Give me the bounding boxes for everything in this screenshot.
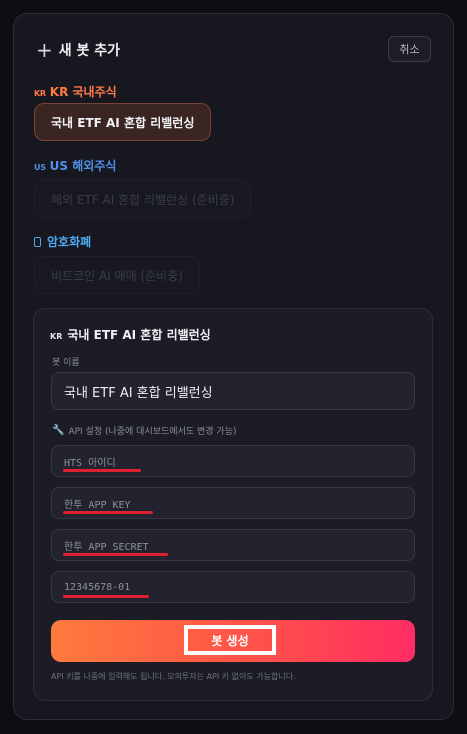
account-number-input[interactable]: 12345678-01 [51, 571, 415, 603]
annotation-underline [63, 595, 149, 598]
help-text: API 키를 나중에 입력해도 됩니다. 모의투자는 API 키 없이도 가능합… [51, 672, 296, 681]
section-label-crypto: 암호화폐 [34, 233, 91, 250]
section-label-crypto-text: 암호화폐 [47, 235, 92, 249]
create-bot-button[interactable]: 봇 생성 [51, 620, 415, 662]
panel-header: + 새 봇 추가 취소 [36, 36, 431, 63]
section-label-us-text: US 해외주식 [49, 159, 117, 173]
api-settings-label-text: API 설정 (나중에 대시보드에서도 변경 가능) [68, 427, 237, 437]
annotation-underline [63, 511, 153, 514]
card-title: KR 국내 ETF AI 혼합 리밸런싱 [50, 326, 211, 343]
kr-flag-icon: KR [50, 332, 63, 341]
section-label-kr: KR KR 국내주식 [34, 83, 117, 100]
app-key-input[interactable]: 한투 APP KEY [51, 487, 415, 519]
section-label-kr-text: KR 국내주식 [49, 85, 117, 99]
section-label-us: US US 해외주식 [34, 157, 116, 174]
bot-option-us-etf: 해외 ETF AI 혼합 리밸런싱 (준비중) [34, 180, 252, 218]
card-title-text: 국내 ETF AI 혼합 리밸런싱 [67, 328, 211, 342]
cancel-button[interactable]: 취소 [388, 36, 431, 62]
create-bot-button-label: 봇 생성 [184, 625, 276, 655]
annotation-underline [63, 553, 168, 556]
crypto-icon [34, 237, 41, 247]
annotation-underline [63, 469, 141, 472]
bot-option-bitcoin: 비트코인 AI 매매 (준비중) [34, 256, 200, 294]
bot-config-card: KR 국내 ETF AI 혼합 리밸런싱 봇 이름 국내 ETF AI 혼합 리… [33, 308, 433, 701]
add-bot-panel: + 새 봇 추가 취소 KR KR 국내주식 국내 ETF AI 혼합 리밸런싱… [13, 13, 454, 720]
plus-icon: + [36, 38, 53, 62]
app-secret-input[interactable]: 한투 APP SECRET [51, 529, 415, 561]
kr-flag-icon: KR [34, 89, 46, 98]
bot-name-input[interactable]: 국내 ETF AI 혼합 리밸런싱 [51, 372, 415, 410]
bot-option-kr-etf[interactable]: 국내 ETF AI 혼합 리밸런싱 [34, 103, 212, 141]
panel-title: 새 봇 추가 [58, 43, 121, 59]
bot-name-label: 봇 이름 [52, 358, 80, 368]
us-flag-icon: US [34, 163, 46, 172]
hts-id-input[interactable]: HTS 아이디 [51, 445, 415, 477]
wrench-icon: 🔧 [52, 425, 65, 436]
api-settings-label: 🔧 API 설정 (나중에 대시보드에서도 변경 가능) [52, 424, 237, 437]
